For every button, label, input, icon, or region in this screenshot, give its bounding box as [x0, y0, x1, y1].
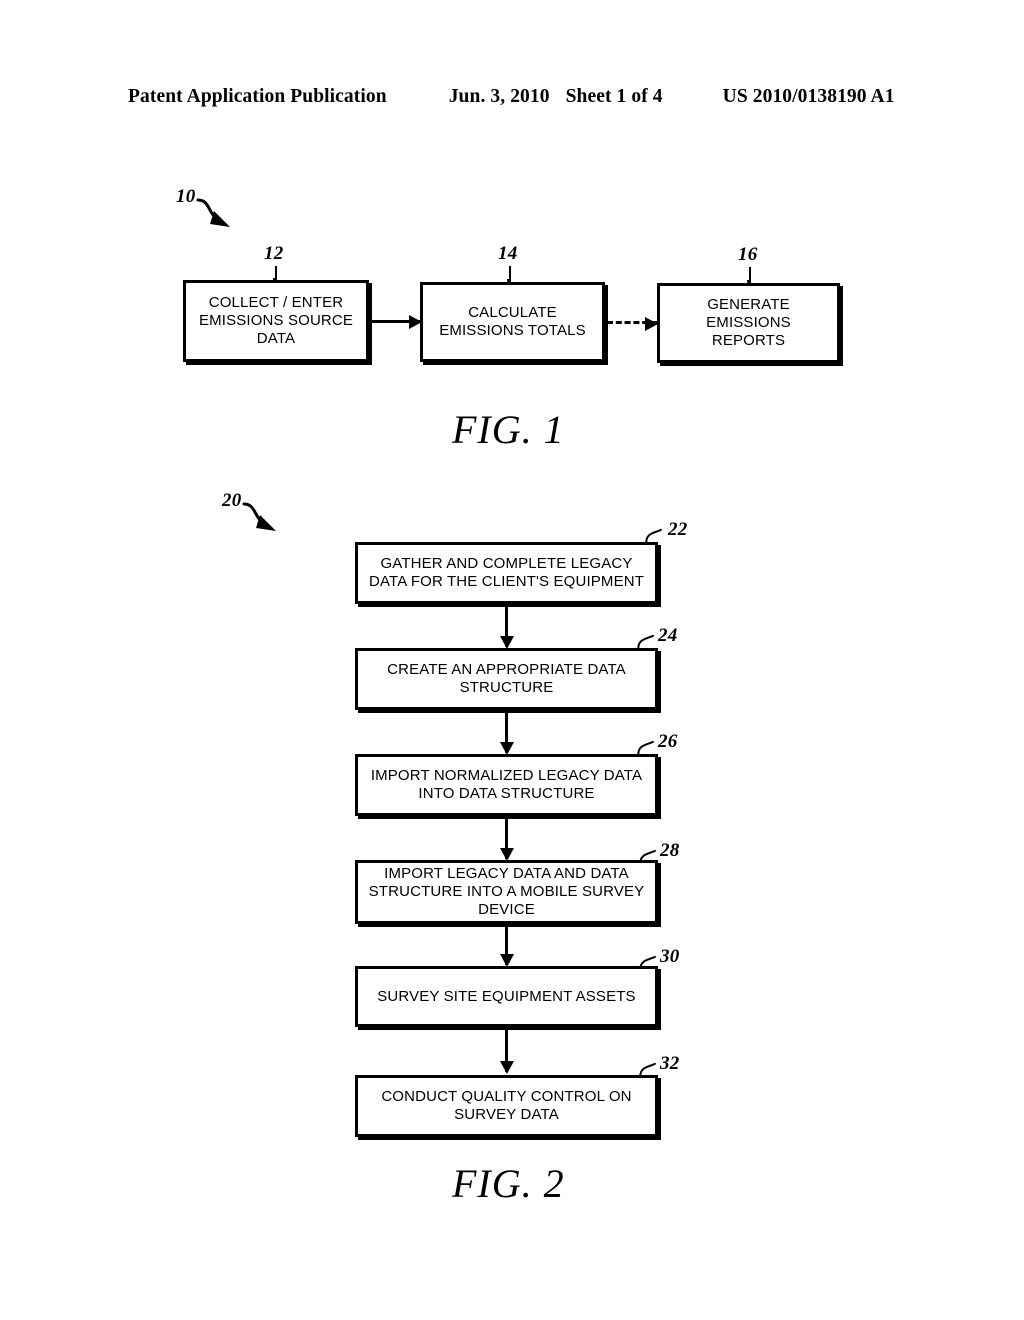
- flow-step-28-line-1: IMPORT LEGACY DATA AND DATA: [384, 865, 629, 883]
- flow-step-28-line-3: DEVICE: [478, 900, 535, 918]
- flow-step-14-line-2: EMISSIONS TOTALS: [439, 322, 586, 339]
- reference-numeral-12: 12: [264, 243, 284, 264]
- reference-numeral-28: 28: [660, 840, 680, 861]
- reference-numeral-10: 10: [176, 186, 196, 207]
- reference-numeral-16: 16: [738, 244, 758, 265]
- reference-numeral-32: 32: [660, 1053, 680, 1074]
- flow-step-generate-emissions-reports[interactable]: GENERATE EMISSIONS REPORTS: [657, 283, 840, 363]
- flow-step-survey-site-equipment-assets[interactable]: SURVEY SITE EQUIPMENT ASSETS: [355, 966, 658, 1027]
- reference-numeral-20: 20: [222, 490, 242, 511]
- reference-numeral-24: 24: [658, 625, 678, 646]
- connector-26-to-28: [499, 819, 514, 861]
- system-ref-20-arrow: [242, 502, 276, 531]
- header-publication-label: Patent Application Publication: [128, 86, 387, 107]
- flow-step-import-legacy-data-into-mobile-survey-device[interactable]: IMPORT LEGACY DATA AND DATA STRUCTURE IN…: [355, 860, 658, 924]
- figure-1-caption: FIG. 1: [452, 407, 565, 452]
- flow-step-24-line-2: STRUCTURE: [459, 679, 554, 696]
- flow-step-28-line-2: STRUCTURE INTO A MOBILE SURVEY: [368, 883, 645, 901]
- leader-line-14: [507, 266, 511, 284]
- flow-step-32-line-1: CONDUCT QUALITY CONTROL ON: [381, 1088, 632, 1106]
- flow-step-22-line-2: DATA FOR THE CLIENT'S EQUIPMENT: [368, 573, 645, 590]
- flow-step-32-line-2: SURVEY DATA: [454, 1106, 559, 1123]
- reference-numeral-26: 26: [658, 731, 678, 752]
- page-header: Patent Application Publication Jun. 3, 2…: [128, 86, 896, 112]
- connector-22-to-24: [499, 607, 514, 649]
- reference-numeral-30: 30: [660, 946, 680, 967]
- flow-step-collect-enter-emissions-source-data[interactable]: COLLECT / ENTER EMISSIONS SOURCE DATA: [183, 280, 369, 362]
- flow-step-calculate-emissions-totals[interactable]: CALCULATE EMISSIONS TOTALS: [420, 282, 605, 362]
- flow-step-12-line-3: DATA: [256, 329, 296, 347]
- flow-step-12-line-1: COLLECT / ENTER: [208, 294, 344, 312]
- system-ref-10-arrow: [196, 198, 230, 227]
- flow-step-16-line-2: EMISSIONS: [706, 314, 791, 332]
- connector-12-to-14: [371, 314, 422, 329]
- connector-30-to-32: [499, 1030, 514, 1074]
- connector-28-to-30: [499, 927, 514, 967]
- header-date-label: Jun. 3, 2010: [448, 86, 550, 107]
- header-sheet-label: Sheet 1 of 4: [565, 86, 663, 107]
- flow-step-12-line-2: EMISSIONS SOURCE: [198, 312, 354, 330]
- flow-step-26-line-2: INTO DATA STRUCTURE: [418, 785, 595, 802]
- flow-step-24-line-1: CREATE AN APPROPRIATE DATA: [387, 661, 626, 679]
- flow-step-conduct-quality-control-on-survey-data[interactable]: CONDUCT QUALITY CONTROL ON SURVEY DATA: [355, 1075, 658, 1137]
- flow-step-30-line-1: SURVEY SITE EQUIPMENT ASSETS: [377, 987, 636, 1005]
- figure-2-caption: FIG. 2: [452, 1161, 565, 1206]
- flow-step-create-an-appropriate-data-structure[interactable]: CREATE AN APPROPRIATE DATA STRUCTURE: [355, 648, 658, 710]
- flow-step-gather-and-complete-legacy-data[interactable]: GATHER AND COMPLETE LEGACY DATA FOR THE …: [355, 542, 658, 604]
- leader-line-16: [747, 267, 751, 285]
- reference-numeral-22: 22: [668, 519, 688, 540]
- flow-step-16-line-1: GENERATE: [707, 296, 790, 314]
- reference-numeral-14: 14: [498, 243, 518, 264]
- header-patent-number: US 2010/0138190 A1: [722, 86, 895, 107]
- connector-14-to-16: [607, 317, 658, 331]
- flow-step-import-normalized-legacy-data[interactable]: IMPORT NORMALIZED LEGACY DATA INTO DATA …: [355, 754, 658, 816]
- connector-24-to-26: [499, 713, 514, 755]
- flow-step-26-line-1: IMPORT NORMALIZED LEGACY DATA: [370, 767, 643, 785]
- flow-step-16-line-3: REPORTS: [711, 331, 786, 349]
- flow-step-22-line-1: GATHER AND COMPLETE LEGACY: [380, 555, 633, 573]
- flow-step-14-line-1: CALCULATE: [468, 304, 557, 322]
